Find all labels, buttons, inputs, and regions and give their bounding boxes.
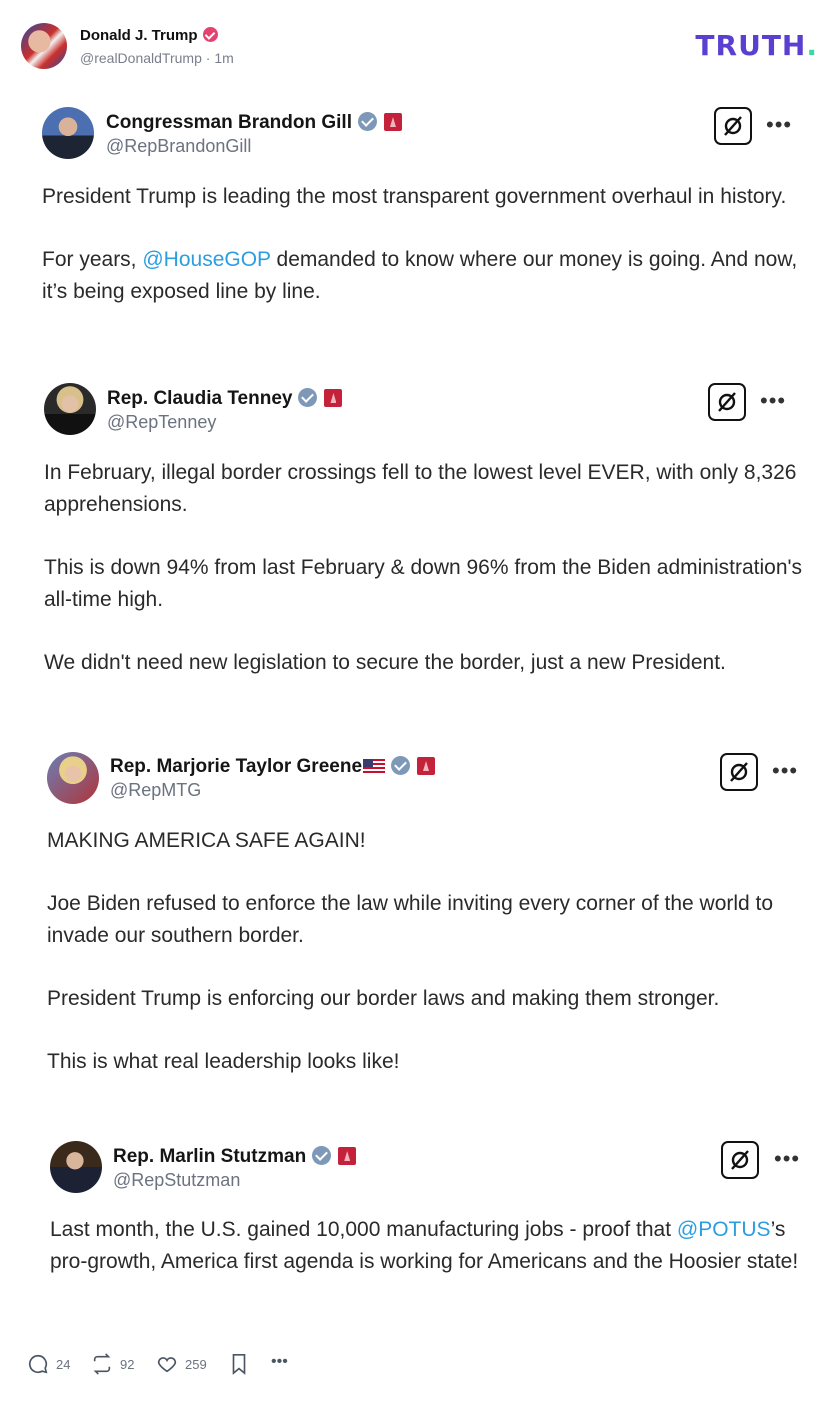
post-body: MAKING AMERICA SAFE AGAIN! Joe Biden ref… [47,825,817,1109]
verified-icon [298,388,318,407]
post-paragraph: In February, illegal border crossings fe… [44,461,797,516]
bookmark-icon [232,1354,246,1375]
post-handle[interactable]: @RepMTG [110,780,201,801]
avatar[interactable] [21,23,67,69]
author-name-text[interactable]: Donald J. Trump [80,27,198,44]
verified-icon [357,112,377,131]
post-paragraph: This is down 94% from last February & do… [44,556,803,611]
mention-link[interactable]: @HouseGOP [142,248,270,271]
more-icon[interactable]: ••• [774,1146,800,1172]
author-handle[interactable]: @realDonaldTrump [80,50,202,66]
post-author-name[interactable]: Rep. Marlin Stutzman [113,1146,306,1167]
more-icon[interactable]: ••• [772,758,798,784]
avatar[interactable] [44,383,96,435]
reply-count: 24 [56,1356,71,1372]
retruth-count: 92 [120,1356,135,1372]
post-actions: 24 92 259 ••• [0,1345,840,1385]
post-author[interactable]: Rep. Marjorie Taylor Greene [110,753,436,778]
embedded-post[interactable]: Rep. Marlin Stutzman @RepStutzman ••• La… [0,1135,840,1315]
verified-icon [391,756,411,775]
x-logo-icon[interactable] [708,383,746,421]
post-paragraph: Last month, the U.S. gained 10,000 manuf… [50,1214,820,1278]
post-paragraph: This is what real leadership looks like! [47,1050,400,1073]
author-meta: @realDonaldTrump · 1m [80,50,234,66]
post-author-name[interactable]: Rep. Claudia Tenney [107,388,292,409]
x-logo-icon[interactable] [721,1141,759,1179]
government-badge-icon [324,389,343,407]
logo-text: TRUTH [695,29,807,62]
truth-logo[interactable]: TRUTH. [695,29,818,62]
author-name[interactable]: Donald J. Trump [80,25,218,44]
post-author[interactable]: Rep. Claudia Tenney [107,385,343,410]
retruth-icon [93,1353,111,1375]
embedded-post[interactable]: Rep. Marjorie Taylor Greene @RepMTG ••• … [0,745,840,1095]
reply-button[interactable]: 24 [27,1353,70,1375]
post-header: Donald J. Trump @realDonaldTrump · 1m TR… [0,0,840,90]
post-paragraph: President Trump is enforcing our border … [47,987,720,1010]
text-segment: Last month, the U.S. gained 10,000 manuf… [50,1218,677,1241]
post-paragraph: President Trump is leading the most tran… [42,185,787,208]
post-paragraph: MAKING AMERICA SAFE AGAIN! [47,829,366,852]
mention-link[interactable]: @POTUS [677,1218,771,1241]
logo-dot: . [806,29,818,62]
more-icon[interactable]: ••• [271,1353,288,1371]
embedded-post[interactable]: Rep. Claudia Tenney @RepTenney ••• In Fe… [0,377,840,717]
government-badge-icon [383,113,402,131]
post-paragraph: We didn't need new legislation to secure… [44,651,726,674]
post-body: President Trump is leading the most tran… [42,181,812,339]
reply-icon [28,1354,48,1374]
post-author-name[interactable]: Congressman Brandon Gill [106,112,352,133]
like-icon [157,1357,177,1373]
bookmark-button[interactable] [229,1353,256,1375]
like-button[interactable]: 259 [156,1353,207,1375]
post-paragraph: Joe Biden refused to enforce the law whi… [47,892,774,947]
post-body: Last month, the U.S. gained 10,000 manuf… [50,1214,820,1309]
government-badge-icon [338,1147,357,1165]
post-paragraph: For years, @HouseGOP demanded to know wh… [42,244,812,308]
x-logo-icon[interactable] [720,753,758,791]
avatar[interactable] [50,1141,102,1193]
embedded-post[interactable]: Congressman Brandon Gill @RepBrandonGill… [0,100,840,345]
more-icon[interactable]: ••• [760,388,786,414]
post-author[interactable]: Congressman Brandon Gill [106,109,402,134]
post-handle[interactable]: @RepTenney [107,412,216,433]
avatar[interactable] [47,752,99,804]
post-author-name[interactable]: Rep. Marjorie Taylor Greene [110,756,362,777]
post-body: In February, illegal border crossings fe… [44,457,814,710]
post-author[interactable]: Rep. Marlin Stutzman [113,1143,357,1168]
text-segment: For years, [42,248,143,271]
us-flag-icon [363,759,386,774]
more-icon[interactable]: ••• [766,112,792,138]
avatar[interactable] [42,107,94,159]
post-time[interactable]: 1m [214,50,233,66]
like-count: 259 [185,1356,207,1372]
post-handle[interactable]: @RepStutzman [113,1170,240,1191]
verified-badge-icon [202,27,218,42]
post-handle[interactable]: @RepBrandonGill [106,136,251,157]
retruth-button[interactable]: 92 [91,1353,134,1375]
government-badge-icon [417,757,436,775]
verified-icon [312,1146,332,1165]
x-logo-icon[interactable] [714,107,752,145]
